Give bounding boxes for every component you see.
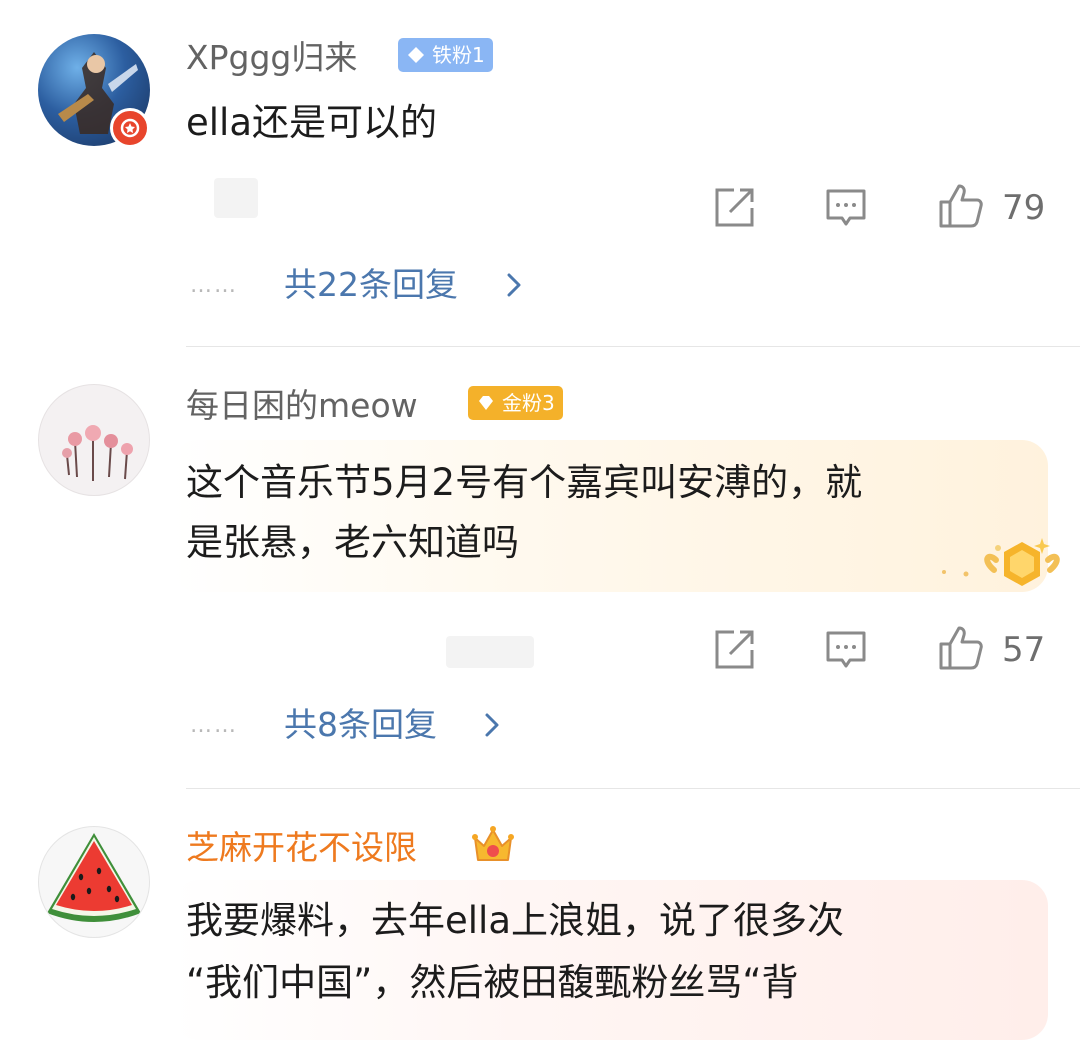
divider: [186, 346, 1080, 347]
verified-badge-icon: [110, 108, 150, 148]
like-count: 57: [1002, 630, 1046, 670]
flower-avatar-icon: [62, 425, 133, 481]
comment-icon[interactable]: [824, 628, 868, 672]
comment-text: “我们中国”，然后被田馥甄粉丝骂“背: [186, 961, 799, 1004]
chevron-right-icon: [507, 273, 521, 297]
comment-text: 是张悬，老六知道吗: [186, 521, 519, 564]
avatar[interactable]: [38, 384, 150, 496]
gold-fan-decoration-icon: [942, 538, 1060, 586]
username[interactable]: 每日困的meow: [186, 386, 418, 426]
diamond-icon: [408, 47, 424, 63]
avatar[interactable]: [38, 826, 150, 938]
comment-text: ella还是可以的: [186, 101, 437, 144]
thumbs-up-icon[interactable]: [938, 182, 984, 230]
username[interactable]: XPggg归来: [186, 38, 357, 78]
share-icon[interactable]: [712, 628, 756, 672]
like-count: 79: [1002, 188, 1046, 228]
fan-badge-label: 铁粉1: [432, 43, 485, 67]
watermelon-avatar-icon: [47, 833, 141, 922]
comment-icon[interactable]: [824, 186, 868, 230]
blurred-location-text: [214, 178, 258, 218]
divider: [186, 788, 1080, 789]
share-icon[interactable]: [712, 186, 756, 230]
thumbs-up-icon[interactable]: [938, 624, 984, 672]
comment-text: 我要爆料，去年ella上浪姐，说了很多次: [186, 899, 844, 942]
crown-icon: [472, 826, 514, 861]
reply-dots: ……: [190, 713, 238, 738]
fan-badge[interactable]: 铁粉1: [398, 38, 493, 72]
chevron-right-icon: [485, 713, 499, 737]
blurred-location-text: [446, 636, 534, 668]
fan-badge[interactable]: 金粉3: [468, 386, 563, 420]
view-replies-link[interactable]: 共22条回复: [284, 265, 458, 305]
username[interactable]: 芝麻开花不设限: [186, 828, 417, 868]
view-replies-link[interactable]: 共8条回复: [284, 705, 437, 745]
gem-icon: [479, 396, 493, 410]
fan-badge-label: 金粉3: [502, 391, 555, 415]
reply-dots: ……: [190, 273, 238, 298]
